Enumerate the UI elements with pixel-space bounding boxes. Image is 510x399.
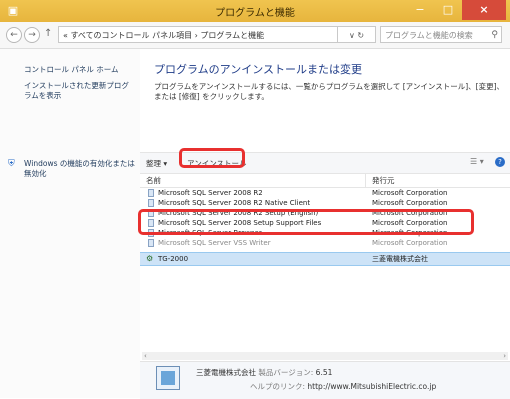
organize-button[interactable]: 整理 ▾ [146,158,167,169]
horizontal-scrollbar[interactable]: ‹ › [142,352,508,360]
details-version: 6.51 [315,368,333,377]
column-divider[interactable] [365,173,366,187]
program-icon [148,189,154,197]
column-name[interactable]: 名前 [146,175,161,186]
refresh-icon[interactable]: ∨ ↻ [338,26,376,43]
main-content: プログラムのアンインストールまたは変更 プログラムをアンインストールするには、一… [140,49,510,399]
shield-icon: ⛨ [8,159,15,169]
up-arrow-icon[interactable]: ↑ [44,28,52,39]
back-arrow-icon[interactable]: ← [6,27,22,43]
scroll-left-icon[interactable]: ‹ [144,352,147,360]
program-name: TG-2000 [158,255,189,263]
program-row[interactable]: Microsoft SQL Server 2008 R2 Native Clie… [140,198,510,208]
program-publisher: Microsoft Corporation [372,219,448,227]
scroll-right-icon[interactable]: › [503,352,506,360]
details-version-label: 製品バージョン: [258,368,314,377]
title-bar[interactable]: ▣ プログラムと機能 − □ × [0,0,510,22]
tg2000-app-icon: ⚙ [146,254,154,263]
program-publisher: Microsoft Corporation [372,189,448,197]
program-publisher: Microsoft Corporation [372,209,448,217]
sidebar-link-windows-features[interactable]: Windows の機能の有効化または無効化 [24,159,136,179]
search-placeholder: プログラムと機能の検索 [385,31,473,40]
program-name: Microsoft SQL Server Browser [158,229,262,237]
selected-program-row[interactable]: ⚙ TG-2000 三菱電機株式会社 [140,252,510,266]
program-row[interactable]: Microsoft SQL Server 2008 R2 Microsoft C… [140,188,510,198]
view-options-icon[interactable]: ☰ ▾ [470,157,484,166]
program-icon [148,219,154,227]
sidebar-link-installed-updates[interactable]: インストールされた更新プログラムを表示 [24,81,136,101]
program-name: Microsoft SQL Server 2008 R2 Setup (Engl… [158,209,319,217]
details-line-1: 三菱電機株式会社 製品バージョン: 6.51 [196,367,332,378]
program-row[interactable]: Microsoft SQL Server Browser Microsoft C… [140,228,510,238]
program-name: Microsoft SQL Server VSS Writer [158,239,271,247]
close-button[interactable]: × [462,0,506,20]
help-icon[interactable]: ? [495,157,505,167]
program-row[interactable]: Microsoft SQL Server 2008 Setup Support … [140,218,510,228]
details-line-2: ヘルプのリンク: http://www.MitsubishiElectric.c… [250,381,436,392]
search-input[interactable]: プログラムと機能の検索 ⚲ [380,26,502,43]
details-help-label: ヘルプのリンク: [250,382,306,391]
command-toolbar: 整理 ▾ アンインストール ☰ ▾ ? [140,152,510,174]
details-help-link[interactable]: http://www.MitsubishiElectric.co.jp [307,382,436,391]
forward-arrow-icon[interactable]: → [24,27,40,43]
program-name: Microsoft SQL Server 2008 R2 Native Clie… [158,199,311,207]
program-name: Microsoft SQL Server 2008 R2 [158,189,263,197]
search-icon[interactable]: ⚲ [491,27,498,44]
details-publisher: 三菱電機株式会社 [196,368,256,377]
program-icon [148,199,154,207]
program-icon [148,239,154,247]
program-row[interactable]: Microsoft SQL Server 2008 R2 Setup (Engl… [140,208,510,218]
program-list: Microsoft SQL Server 2008 R2 Microsoft C… [140,188,510,266]
installer-icon [156,366,180,390]
uninstall-button[interactable]: アンインストール [187,158,247,169]
sidebar-link-control-panel-home[interactable]: コントロール パネル ホーム [24,65,119,75]
maximize-button[interactable]: □ [434,0,462,20]
page-title: プログラムのアンインストールまたは変更 [154,63,363,76]
program-publisher: 三菱電機株式会社 [372,255,428,263]
program-icon [148,209,154,217]
address-bar-area: ← → ↑ « すべてのコントロール パネル項目 › プログラムと機能 ∨ ↻ … [0,22,510,49]
address-path[interactable]: « すべてのコントロール パネル項目 › プログラムと機能 [58,26,338,43]
program-publisher: Microsoft Corporation [372,239,448,247]
program-icon [148,229,154,237]
program-name: Microsoft SQL Server 2008 Setup Support … [158,219,322,227]
sidebar: コントロール パネル ホーム インストールされた更新プログラムを表示 ⛨ Win… [0,49,140,398]
program-row[interactable]: Microsoft SQL Server VSS Writer Microsof… [140,238,510,248]
program-publisher: Microsoft Corporation [372,199,448,207]
page-description: プログラムをアンインストールするには、一覧からプログラムを選択して [アンインス… [154,82,505,101]
details-pane: 三菱電機株式会社 製品バージョン: 6.51 ヘルプのリンク: http://w… [140,361,510,399]
column-publisher[interactable]: 発行元 [372,175,395,186]
program-publisher: Microsoft Corporation [372,229,448,237]
programs-and-features-window: ▣ プログラムと機能 − □ × ← → ↑ « すべてのコントロール パネル項… [0,0,510,399]
minimize-button[interactable]: − [406,0,434,20]
column-header: 名前 発行元 [140,173,510,188]
